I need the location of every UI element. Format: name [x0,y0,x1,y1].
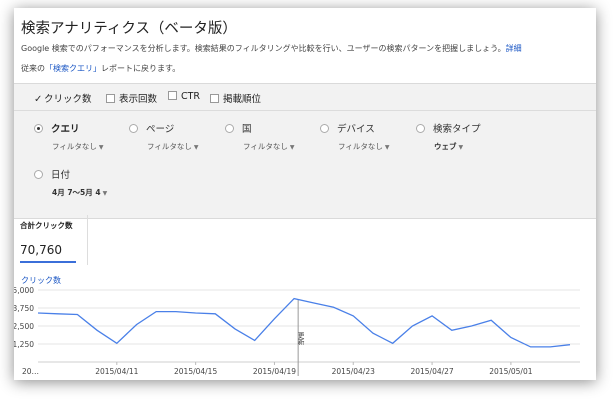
y-tick-label: 2,500 [14,322,34,331]
radio-country[interactable] [225,124,234,133]
x-tick-label: 20… [22,367,39,376]
dimension-country[interactable]: 国 フィルタなし ▼ [225,121,294,152]
checkbox-position[interactable] [210,94,219,103]
summary-divider [87,215,88,265]
details-link[interactable]: 詳細 [506,44,522,53]
radio-query[interactable] [34,124,43,133]
dimension-device[interactable]: デバイス フィルタなし ▼ [320,121,389,152]
x-tick-label: 2015/05/01 [489,367,532,376]
dimension-device-label: デバイス [337,124,375,135]
radio-date[interactable] [34,170,43,179]
y-tick-label: 5,000 [14,286,34,295]
dimension-date-filter[interactable]: 4月 7～5月 4 ▼ [52,187,107,198]
back-prefix: 従来の [21,64,45,73]
dimension-page-label: ページ [146,124,175,135]
total-clicks-summary[interactable]: 合計クリック数 70,760 [20,220,76,263]
x-tick-label: 2015/04/15 [174,367,217,376]
dimension-date-label: 日付 [51,170,71,181]
filter-panel: ✓ クリック数 表示回数 CTR 掲載順位 クエリ フィルタなし ▼ ページ フィル… [14,83,596,219]
checkbox-ctr[interactable] [168,91,177,100]
checkbox-impressions[interactable] [106,94,115,103]
metric-clicks[interactable]: ✓ クリック数 [34,91,92,105]
total-clicks-label: 合計クリック数 [20,221,73,230]
metric-impressions[interactable]: 表示回数 [106,91,157,105]
clicks-line-chart[interactable]: 1,250 2,500 3,750 5,000 20… 2015/04/11 2015/04… [14,278,596,380]
radio-page[interactable] [129,124,138,133]
description-text: Google 検索でのパフォーマンスを分析します。検索結果のフィルタリングや比較… [21,44,506,53]
caret-down-icon: ▼ [289,144,295,151]
metrics-bar: ✓ クリック数 表示回数 CTR 掲載順位 [14,84,596,111]
page-title: 検索アナリティクス（ベータ版） [21,21,237,37]
dimension-query[interactable]: クエリ フィルタなし ▼ [34,121,103,152]
x-tick-label: 2015/04/11 [95,367,138,376]
x-tick-label: 2015/04/27 [410,367,453,376]
caret-down-icon: ▼ [458,144,464,151]
dimension-page[interactable]: ページ フィルタなし ▼ [129,121,198,152]
dimension-search-type[interactable]: 検索タイプ ウェブ ▼ [416,121,481,152]
dimension-device-filter-text: フィルタなし [338,142,383,151]
dimension-search-type-filter-text: ウェブ [434,142,457,151]
annotation-label: 更新 [296,332,304,347]
metric-ctr-label: CTR [181,91,201,102]
dimension-page-filter-text: フィルタなし [147,142,192,151]
total-clicks-value: 70,760 [20,243,62,257]
caret-down-icon: ▼ [102,190,108,197]
metric-position[interactable]: 掲載順位 [210,91,261,105]
x-tick-label: 2015/04/19 [253,367,296,376]
back-suffix: レポートに戻ります。 [101,64,181,73]
x-tick-label: 2015/04/23 [332,367,375,376]
checkmark-icon: ✓ [34,94,43,105]
dimension-search-type-label: 検索タイプ [433,124,481,135]
y-tick-label: 1,250 [14,340,34,349]
caret-down-icon: ▼ [384,144,390,151]
radio-search-type[interactable] [416,124,425,133]
dimension-page-filter[interactable]: フィルタなし ▼ [147,141,198,152]
back-to-queries: 従来の「検索クエリ」レポートに戻ります。 [21,63,180,74]
dimension-query-label: クエリ [51,124,80,135]
dimension-device-filter[interactable]: フィルタなし ▼ [338,141,389,152]
radio-device[interactable] [320,124,329,133]
dimension-date[interactable]: 日付 4月 7～5月 4 ▼ [34,167,107,198]
dimension-query-filter-text: フィルタなし [52,142,97,151]
page-description: Google 検索でのパフォーマンスを分析します。検索結果のフィルタリングや比較… [21,43,522,54]
search-analytics-window: 検索アナリティクス（ベータ版） Google 検索でのパフォーマンスを分析します… [14,8,596,380]
caret-down-icon: ▼ [193,144,199,151]
dimension-search-type-filter[interactable]: ウェブ ▼ [434,141,481,152]
dimension-date-filter-text: 4月 7～5月 4 [52,188,101,197]
metric-clicks-label: クリック数 [44,94,92,105]
metric-position-label: 掲載順位 [223,94,262,105]
metric-impressions-label: 表示回数 [119,94,158,105]
caret-down-icon: ▼ [98,144,104,151]
y-tick-label: 3,750 [14,304,34,313]
dimension-country-filter-text: フィルタなし [243,142,288,151]
dimension-country-label: 国 [242,124,252,135]
total-clicks-indicator [20,261,76,263]
search-queries-report-link[interactable]: 「検索クエリ」 [45,64,101,73]
metric-ctr[interactable]: CTR [168,91,200,102]
dimension-country-filter[interactable]: フィルタなし ▼ [243,141,294,152]
dimension-query-filter[interactable]: フィルタなし ▼ [52,141,103,152]
